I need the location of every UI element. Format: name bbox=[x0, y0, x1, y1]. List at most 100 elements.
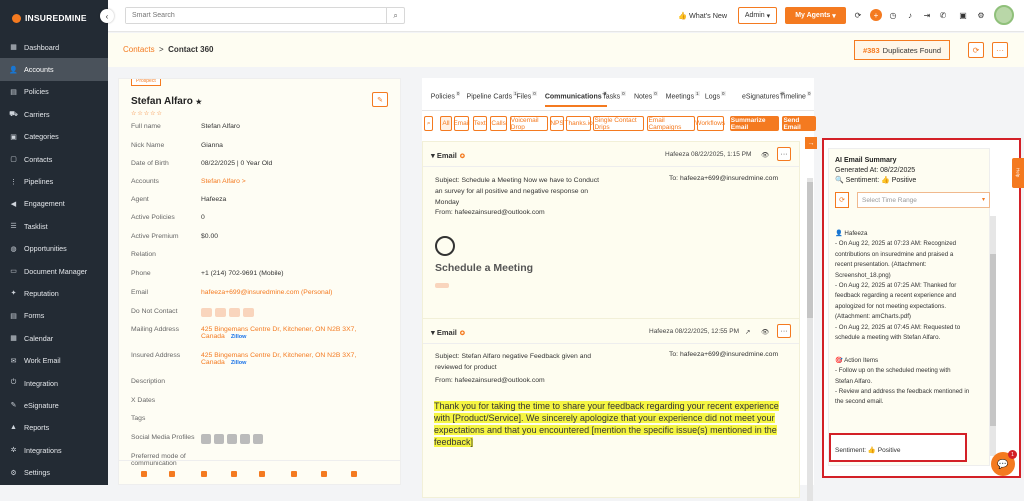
ai-refresh-button[interactable]: ⟳ bbox=[835, 192, 849, 208]
email-title[interactable]: ▾ Email ✪ bbox=[431, 151, 465, 160]
filter-email[interactable]: Email bbox=[453, 116, 470, 131]
admin-dropdown[interactable]: Admin ▾ bbox=[738, 7, 777, 24]
email-menu-button[interactable]: ··· bbox=[777, 324, 791, 338]
sidebar-item-integration[interactable]: ⏻ Integration bbox=[0, 372, 108, 394]
filter-single-contact-drips[interactable]: Single Contact Drips bbox=[593, 116, 645, 131]
sidebar-item-work-email[interactable]: ✉ Work Email bbox=[0, 349, 108, 371]
filter-workflows[interactable]: Workflows bbox=[695, 116, 725, 131]
filter-text[interactable]: Text bbox=[472, 116, 487, 131]
sidebar-item-opportunities[interactable]: ◍ Opportunities bbox=[0, 238, 108, 260]
more-options-button[interactable]: ··· bbox=[992, 42, 1008, 58]
sidebar-item-document-manager[interactable]: ▭ Document Manager bbox=[0, 260, 108, 282]
whats-new-link[interactable]: 👍 What's New bbox=[678, 11, 727, 20]
email-menu-button[interactable]: ··· bbox=[777, 147, 791, 161]
ai-scrollbar[interactable] bbox=[990, 216, 996, 456]
breadcrumb-contacts-link[interactable]: Contacts bbox=[123, 45, 155, 54]
my-agents-button[interactable]: My Agents ▾ bbox=[785, 7, 846, 24]
quick-action-icon[interactable] bbox=[321, 471, 327, 477]
refresh-icon[interactable]: ⟳ bbox=[852, 9, 864, 21]
search-input[interactable] bbox=[126, 8, 387, 23]
sidebar-item-contacts[interactable]: ▢ Contacts bbox=[0, 148, 108, 170]
field-value[interactable]: hafeeza+699@insuredmine.com (Personal) bbox=[201, 289, 332, 296]
scrollbar-thumb[interactable] bbox=[990, 254, 996, 426]
help-tab[interactable]: Help bbox=[1012, 158, 1024, 188]
tab-esignatures[interactable]: eSignatures 0 bbox=[742, 91, 785, 100]
field-value[interactable]: 425 Bingemans Centre Dr, Kitchener, ON N… bbox=[201, 326, 356, 340]
logo[interactable]: INSUREDMINE bbox=[0, 0, 108, 36]
bell-icon[interactable]: ♪ bbox=[904, 9, 916, 21]
sidebar-item-categories[interactable]: ▣ Categories bbox=[0, 126, 108, 148]
tab-meetings[interactable]: Meetings 1 bbox=[666, 91, 700, 100]
eye-icon[interactable]: 👁 bbox=[761, 151, 769, 159]
email-title[interactable]: ▾ Email ✪ bbox=[431, 328, 465, 337]
expand-ai-panel-button[interactable]: → bbox=[805, 137, 817, 149]
sidebar-item-reputation[interactable]: ✦ Reputation bbox=[0, 282, 108, 304]
tab-logs[interactable]: Logs 0 bbox=[705, 91, 726, 100]
rating-stars[interactable]: ☆☆☆☆☆ bbox=[131, 110, 163, 117]
filter-email-campaigns[interactable]: Email Campaigns bbox=[647, 116, 695, 131]
do-not-contact-toggle-icon[interactable] bbox=[201, 308, 212, 317]
send-email-button[interactable]: Send Email bbox=[782, 116, 817, 131]
quick-action-icon[interactable] bbox=[351, 471, 357, 477]
quick-action-icon[interactable] bbox=[259, 471, 265, 477]
filter-thanks-io[interactable]: Thanks.io bbox=[565, 116, 593, 131]
zillow-link[interactable]: Zillow bbox=[231, 360, 247, 366]
time-range-select[interactable]: Select Time Range ▾ bbox=[857, 192, 990, 208]
zillow-link[interactable]: Zillow bbox=[231, 334, 247, 340]
quick-action-icon[interactable] bbox=[291, 471, 297, 477]
tab-communications[interactable]: Communications 3 bbox=[544, 91, 608, 108]
reply-icon[interactable]: ↗ bbox=[745, 328, 750, 336]
chat-launcher-button[interactable]: 💬 1 bbox=[991, 450, 1017, 476]
sidebar-item-tasklist[interactable]: ☰ Tasklist bbox=[0, 215, 108, 237]
sidebar-item-policies[interactable]: ▤ Policies bbox=[0, 81, 108, 103]
phone-icon[interactable]: ✆ bbox=[937, 9, 949, 21]
filter-calls[interactable]: Calls bbox=[490, 116, 508, 131]
eye-icon[interactable]: 👁 bbox=[761, 328, 769, 336]
sidebar-collapse-button[interactable]: ‹ bbox=[100, 9, 114, 23]
duplicates-found-button[interactable]: #383 Duplicates Found bbox=[854, 40, 950, 60]
quick-action-icon[interactable] bbox=[141, 471, 147, 477]
do-not-contact-toggle-icon[interactable] bbox=[243, 308, 254, 317]
sidebar-item-reports[interactable]: ▲ Reports bbox=[0, 417, 108, 439]
field-value[interactable]: Stefan Alfaro > bbox=[201, 178, 246, 185]
chip-icon[interactable]: ▣ bbox=[957, 9, 969, 21]
instagram-icon[interactable] bbox=[240, 434, 250, 444]
quick-action-icon[interactable] bbox=[201, 471, 207, 477]
filter-nps[interactable]: NPS bbox=[550, 116, 564, 131]
summarize-email-button[interactable]: Summarize Email bbox=[729, 116, 780, 131]
do-not-contact-toggle-icon[interactable] bbox=[229, 308, 240, 317]
scrollbar-thumb[interactable] bbox=[807, 182, 813, 318]
filter-search-icon[interactable]: ⌕ bbox=[424, 116, 434, 131]
sidebar-item-integrations[interactable]: ✲ Integrations bbox=[0, 439, 108, 461]
linkedin-icon[interactable] bbox=[201, 434, 211, 444]
refresh-contact-button[interactable]: ⟳ bbox=[968, 42, 984, 58]
sidebar-item-accounts[interactable]: 👤 Accounts bbox=[0, 58, 108, 81]
login-icon[interactable]: ⇥ bbox=[921, 9, 933, 21]
filter-all[interactable]: All bbox=[440, 116, 452, 131]
quick-action-icon[interactable] bbox=[169, 471, 175, 477]
web-icon[interactable] bbox=[253, 434, 263, 444]
gear-icon[interactable]: ⚙ bbox=[975, 9, 987, 21]
field-value[interactable]: 425 Bingemans Centre Dr, Kitchener, ON N… bbox=[201, 352, 356, 366]
sidebar-item-esignature[interactable]: ✎ eSignature bbox=[0, 394, 108, 416]
tab-policies[interactable]: Policies 0 bbox=[431, 91, 461, 100]
user-avatar[interactable] bbox=[994, 5, 1014, 25]
search-icon[interactable]: ⌕ bbox=[386, 8, 404, 23]
favorite-star-icon[interactable]: ★ bbox=[196, 99, 202, 106]
sidebar-item-dashboard[interactable]: ▦ Dashboard bbox=[0, 36, 108, 58]
sidebar-item-calendar[interactable]: ▦ Calendar bbox=[0, 327, 108, 349]
tab-notes[interactable]: Notes 0 bbox=[634, 91, 658, 100]
clock-icon[interactable]: ◷ bbox=[887, 9, 899, 21]
sidebar-item-settings[interactable]: ⚙ Settings bbox=[0, 461, 108, 483]
sidebar-item-forms[interactable]: ▤ Forms bbox=[0, 305, 108, 327]
tab-timeline[interactable]: Timeline 0 bbox=[780, 91, 812, 100]
tab-tasks[interactable]: Tasks 0 bbox=[602, 91, 626, 100]
sidebar-item-engagement[interactable]: ◀ Engagement bbox=[0, 193, 108, 215]
tab-files[interactable]: Files 0 bbox=[517, 91, 537, 100]
tab-pipeline-cards[interactable]: Pipeline Cards 1 bbox=[467, 91, 518, 100]
communications-scrollbar[interactable] bbox=[807, 178, 813, 501]
filter-voicemail-drop[interactable]: Voicemail Drop bbox=[509, 116, 548, 131]
do-not-contact-toggle-icon[interactable] bbox=[215, 308, 226, 317]
add-icon[interactable]: + bbox=[870, 9, 882, 21]
quick-action-icon[interactable] bbox=[231, 471, 237, 477]
